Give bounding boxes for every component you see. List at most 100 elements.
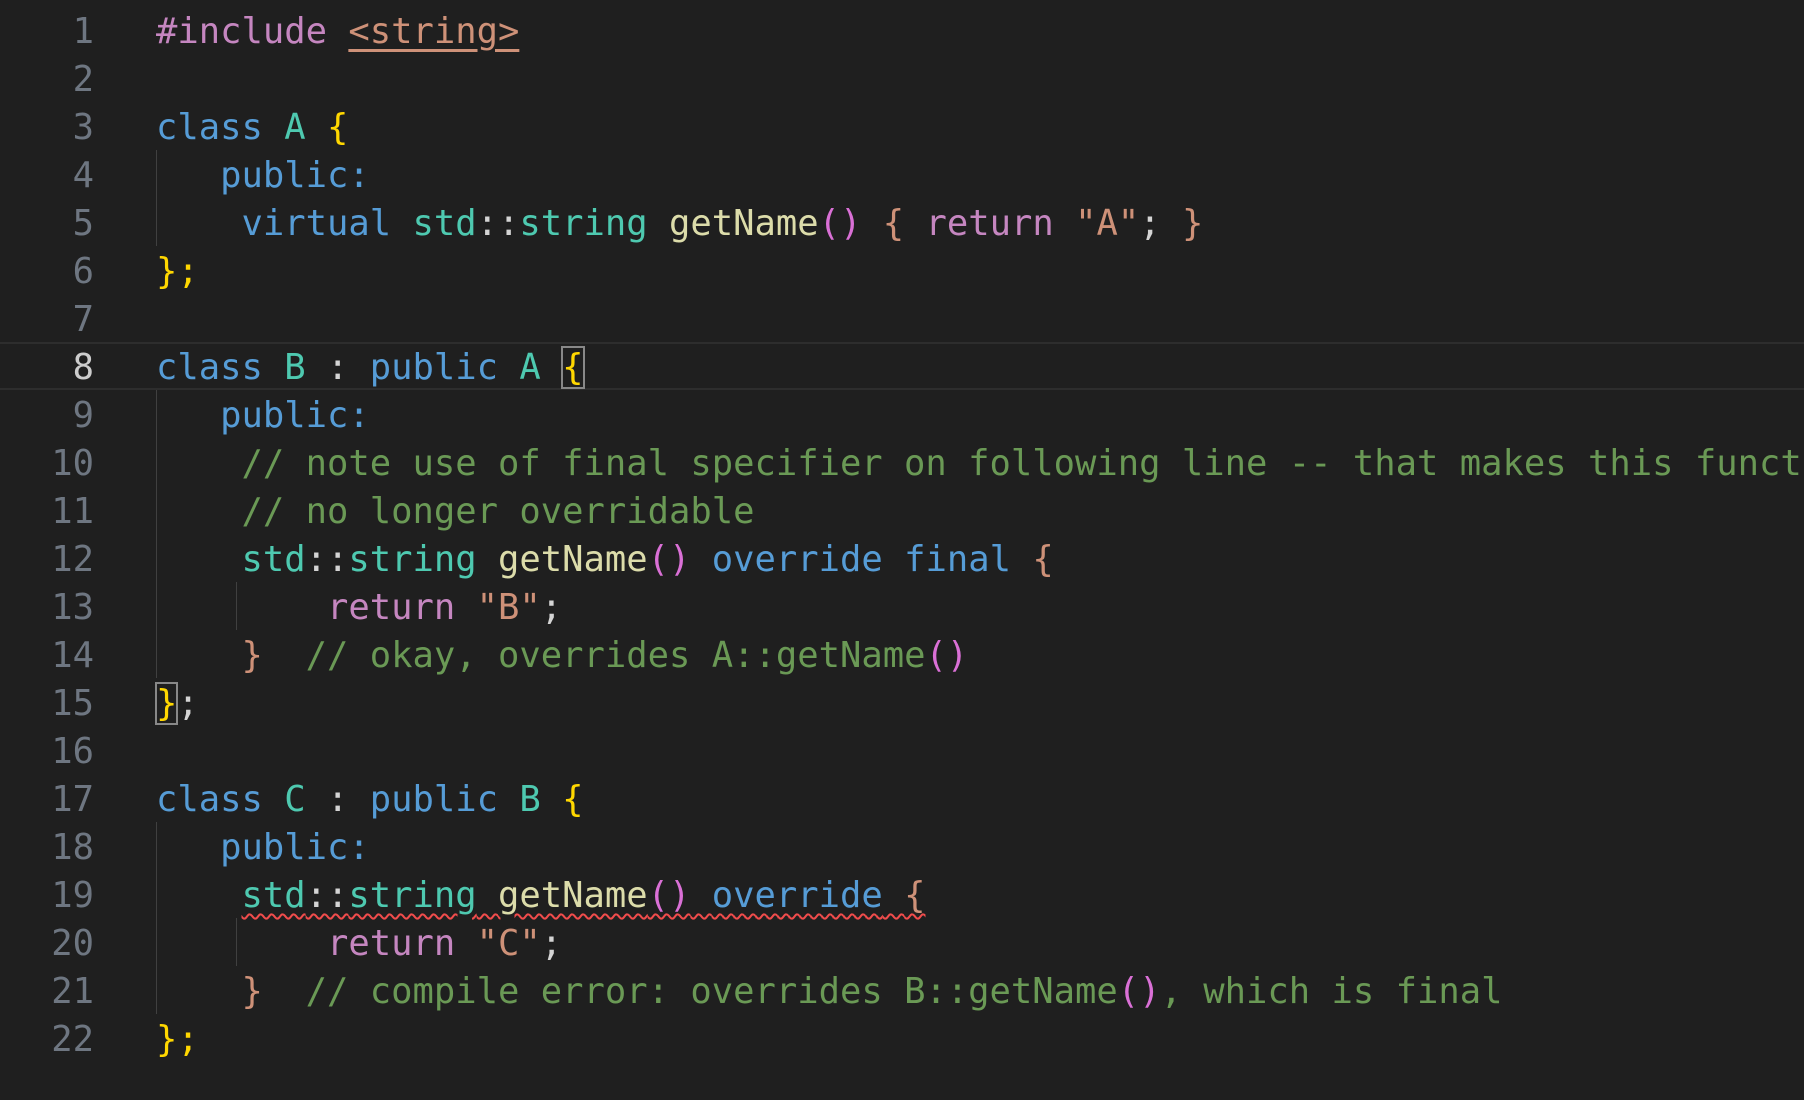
code-token: #include <box>156 11 327 52</box>
code-line[interactable]: 14 } // okay, overrides A::getName() <box>0 630 1804 678</box>
line-number: 9 <box>72 395 94 436</box>
code-line[interactable]: 13 return "B"; <box>0 582 1804 630</box>
code-token: return <box>326 587 456 628</box>
code-token: // compile error: overrides B::getName <box>305 971 1118 1012</box>
code-line[interactable]: 16 <box>0 726 1804 774</box>
line-number: 21 <box>51 971 94 1012</box>
code-line[interactable]: 12 std::string getName() override final … <box>0 534 1804 582</box>
code-token: { <box>562 779 584 820</box>
code-token: A <box>519 347 541 388</box>
code-token: :: <box>305 539 349 580</box>
line-number: 2 <box>72 59 94 100</box>
code-text: class B : public A { <box>156 346 585 389</box>
code-line[interactable]: 22}; <box>0 1014 1804 1062</box>
code-token: return <box>925 203 1054 244</box>
code-token: override <box>711 539 883 580</box>
code-text: } // compile error: overrides B::getName… <box>156 974 1503 1010</box>
code-text: }; <box>154 682 199 725</box>
code-token: ; <box>1139 203 1182 244</box>
code-token: public: <box>220 155 370 196</box>
code-token: , which is final <box>1160 971 1503 1012</box>
code-line[interactable]: 19 std::string getName() override { <box>0 870 1804 918</box>
code-token: class <box>156 107 263 148</box>
code-token: string <box>348 539 477 580</box>
line-number: 13 <box>51 587 94 628</box>
code-line[interactable]: 20 return "C"; <box>0 918 1804 966</box>
code-text: // no longer overridable <box>156 491 755 532</box>
code-text: class A { <box>156 110 348 146</box>
line-number: 5 <box>72 203 94 244</box>
code-token: getName <box>669 203 819 244</box>
code-line[interactable]: 1 #include <string> <box>0 6 1804 54</box>
code-text: }; <box>156 254 199 290</box>
indent-guide <box>156 822 157 1014</box>
code-editor[interactable]: 1 #include <string> 2 3 class A {4 public: 5 … <box>0 0 1804 1100</box>
indent-guide <box>156 150 157 246</box>
code-token: public: <box>220 827 370 868</box>
code-line[interactable]: 5 virtual std::string getName() { return… <box>0 198 1804 246</box>
code-token: () <box>1117 971 1161 1012</box>
line-number: 22 <box>51 1019 94 1060</box>
code-token: { <box>882 203 905 244</box>
error-token: :: <box>305 875 349 916</box>
line-number: 14 <box>51 635 94 676</box>
error-token: std <box>241 875 306 916</box>
code-token: : <box>305 779 370 820</box>
code-line[interactable]: 3 class A { <box>0 102 1804 150</box>
line-number: 8 <box>72 347 94 388</box>
code-text: class C : public B { <box>156 782 584 818</box>
code-line[interactable]: 15}; <box>0 678 1804 726</box>
code-line[interactable]: 7 <box>0 294 1804 342</box>
code-token: }; <box>156 1019 199 1060</box>
code-token: { <box>1032 539 1054 580</box>
code-token: "A" <box>1075 203 1140 244</box>
line-number: 11 <box>51 491 94 532</box>
code-token: "C" <box>476 923 541 964</box>
code-token: :: <box>476 203 520 244</box>
code-line[interactable]: 8 class B : public A { <box>0 342 1804 390</box>
code-token: }; <box>156 251 199 292</box>
line-number: 3 <box>72 107 94 148</box>
code-token: B <box>284 347 306 388</box>
code-token: class <box>156 779 263 820</box>
code-line[interactable]: 6}; <box>0 246 1804 294</box>
code-text: std::string getName() override final { <box>156 542 1054 578</box>
line-number: 7 <box>72 299 94 340</box>
code-line[interactable]: 9 public: <box>0 390 1804 438</box>
code-line[interactable]: 17 class C : public B { <box>0 774 1804 822</box>
line-number: 17 <box>51 779 94 820</box>
code-line[interactable]: 4 public: <box>0 150 1804 198</box>
code-token: public: <box>220 395 370 436</box>
code-token: { <box>561 346 585 389</box>
code-line[interactable]: 10 // note use of final specifier on fol… <box>0 438 1804 486</box>
code-line[interactable]: 21 } // compile error: overrides B::getN… <box>0 966 1804 1014</box>
code-line[interactable]: 18 public: <box>0 822 1804 870</box>
code-token: () <box>925 635 969 676</box>
line-number: 19 <box>51 875 94 916</box>
code-line[interactable]: 11 // no longer overridable <box>0 486 1804 534</box>
code-token: C <box>284 779 306 820</box>
code-token: ; <box>540 587 563 628</box>
code-token: final <box>904 539 1011 580</box>
code-line[interactable]: 2 <box>0 54 1804 102</box>
